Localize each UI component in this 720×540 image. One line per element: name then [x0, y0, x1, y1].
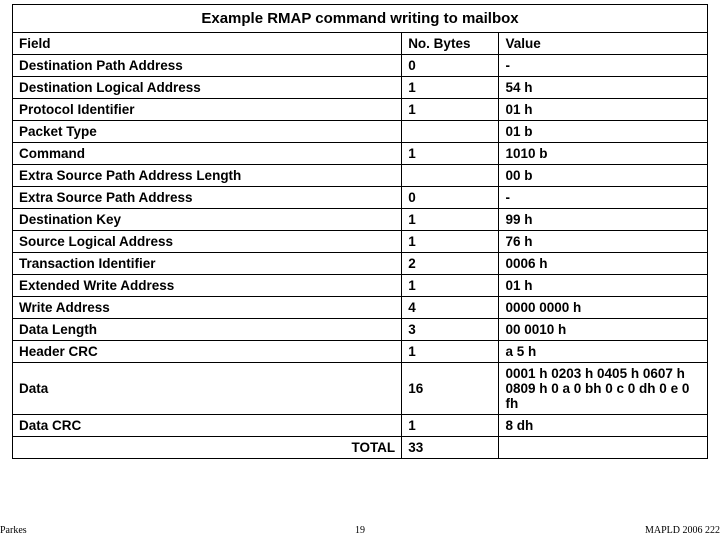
cell-value: 8 dh: [499, 415, 708, 437]
table-row: Extended Write Address101 h: [13, 275, 708, 297]
cell-bytes: 1: [402, 77, 499, 99]
table-row: Command11010 b: [13, 143, 708, 165]
table-row: Data CRC18 dh: [13, 415, 708, 437]
footer-author: Parkes: [0, 525, 27, 536]
rmap-table: Example RMAP command writing to mailbox …: [12, 4, 708, 459]
cell-bytes: 1: [402, 415, 499, 437]
table-row: Extra Source Path Address Length 00 b: [13, 165, 708, 187]
cell-bytes: 2: [402, 253, 499, 275]
cell-value: 1010 b: [499, 143, 708, 165]
cell-bytes: 1: [402, 143, 499, 165]
cell-value: 54 h: [499, 77, 708, 99]
cell-bytes: 16: [402, 363, 499, 415]
cell-bytes: 1: [402, 99, 499, 121]
title-row: Example RMAP command writing to mailbox: [13, 5, 708, 33]
cell-value: 00 0010 h: [499, 319, 708, 341]
table-row: Write Address40000 0000 h: [13, 297, 708, 319]
cell-field: Protocol Identifier: [13, 99, 402, 121]
cell-value: -: [499, 55, 708, 77]
header-field: Field: [13, 33, 402, 55]
table-row: Source Logical Address176 h: [13, 231, 708, 253]
cell-bytes: 0: [402, 55, 499, 77]
cell-value: 99 h: [499, 209, 708, 231]
table-row: Destination Logical Address154 h: [13, 77, 708, 99]
cell-value: 00 b: [499, 165, 708, 187]
header-row: Field No. Bytes Value: [13, 33, 708, 55]
cell-value: -: [499, 187, 708, 209]
cell-bytes: 1: [402, 209, 499, 231]
cell-field: Data Length: [13, 319, 402, 341]
cell-value: a 5 h: [499, 341, 708, 363]
total-label: TOTAL: [13, 437, 402, 459]
cell-value: 0001 h 0203 h 0405 h 0607 h 0809 h 0 a 0…: [499, 363, 708, 415]
cell-value: 01 b: [499, 121, 708, 143]
total-value: [499, 437, 708, 459]
cell-bytes: 4: [402, 297, 499, 319]
table-row: Data Length300 0010 h: [13, 319, 708, 341]
footer-page: 19: [355, 525, 365, 536]
table-row: Header CRC1a 5 h: [13, 341, 708, 363]
cell-bytes: 1: [402, 231, 499, 253]
total-bytes: 33: [402, 437, 499, 459]
header-bytes: No. Bytes: [402, 33, 499, 55]
cell-value: 0000 0000 h: [499, 297, 708, 319]
rmap-table-container: Example RMAP command writing to mailbox …: [12, 4, 708, 459]
cell-field: Data CRC: [13, 415, 402, 437]
table-row: Packet Type 01 b: [13, 121, 708, 143]
cell-field: Transaction Identifier: [13, 253, 402, 275]
cell-bytes: [402, 165, 499, 187]
cell-bytes: [402, 121, 499, 143]
cell-value: 01 h: [499, 275, 708, 297]
cell-bytes: 1: [402, 341, 499, 363]
cell-value: 01 h: [499, 99, 708, 121]
cell-field: Header CRC: [13, 341, 402, 363]
cell-field: Write Address: [13, 297, 402, 319]
cell-field: Extra Source Path Address Length: [13, 165, 402, 187]
cell-field: Extended Write Address: [13, 275, 402, 297]
cell-value: 76 h: [499, 231, 708, 253]
cell-field: Destination Key: [13, 209, 402, 231]
cell-value: 0006 h: [499, 253, 708, 275]
footer-conference: MAPLD 2006 222: [645, 525, 720, 536]
cell-bytes: 0: [402, 187, 499, 209]
cell-bytes: 3: [402, 319, 499, 341]
cell-field: Command: [13, 143, 402, 165]
cell-field: Data: [13, 363, 402, 415]
cell-field: Extra Source Path Address: [13, 187, 402, 209]
cell-field: Destination Path Address: [13, 55, 402, 77]
total-row: TOTAL33: [13, 437, 708, 459]
cell-field: Destination Logical Address: [13, 77, 402, 99]
table-row: Extra Source Path Address0-: [13, 187, 708, 209]
table-row: Destination Key199 h: [13, 209, 708, 231]
cell-bytes: 1: [402, 275, 499, 297]
header-value: Value: [499, 33, 708, 55]
table-row: Protocol Identifier101 h: [13, 99, 708, 121]
table-title: Example RMAP command writing to mailbox: [13, 5, 708, 33]
table-row: Data160001 h 0203 h 0405 h 0607 h 0809 h…: [13, 363, 708, 415]
table-row: Transaction Identifier20006 h: [13, 253, 708, 275]
cell-field: Packet Type: [13, 121, 402, 143]
cell-field: Source Logical Address: [13, 231, 402, 253]
table-row: Destination Path Address0-: [13, 55, 708, 77]
